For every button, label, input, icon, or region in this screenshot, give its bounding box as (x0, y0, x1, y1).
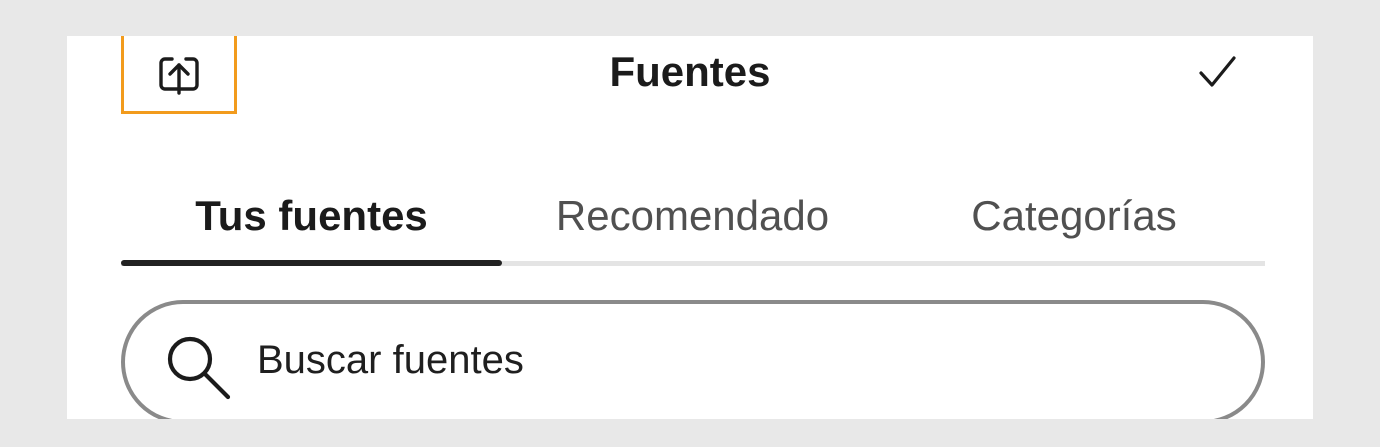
search-box[interactable] (121, 300, 1265, 419)
search-icon (167, 336, 231, 400)
tab-recomendado[interactable]: Recomendado (502, 186, 883, 246)
tab-categorias[interactable]: Categorías (883, 186, 1265, 246)
page-title: Fuentes (609, 48, 771, 95)
fonts-panel: Fuentes Tus fuentes Recomendado Categorí… (67, 36, 1313, 419)
tab-bar: Tus fuentes Recomendado Categorías (121, 186, 1265, 268)
done-button[interactable] (1195, 50, 1239, 94)
tab-tus-fuentes[interactable]: Tus fuentes (121, 186, 502, 246)
checkmark-icon (1199, 56, 1236, 87)
active-tab-indicator (121, 260, 502, 266)
search-input[interactable] (257, 332, 1217, 388)
